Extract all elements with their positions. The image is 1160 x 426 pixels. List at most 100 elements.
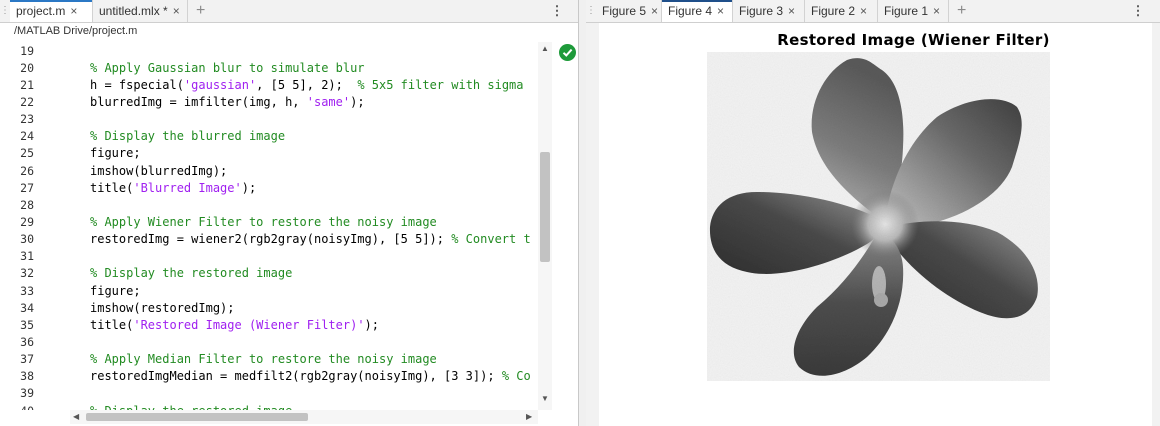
more-options-icon[interactable]: ⋮ (550, 0, 564, 22)
code-line[interactable]: 23 (0, 111, 538, 128)
code-comment: % Co (501, 369, 531, 384)
code-text: % Display the restored image (34, 266, 292, 280)
code-line[interactable]: 26 imshow(blurredImg); (0, 162, 538, 179)
code-token: imshow(blurredImg); (90, 163, 228, 178)
code-text: imshow(restoredImg); (34, 301, 235, 315)
code-line[interactable]: 29 % Apply Wiener Filter to restore the n… (0, 213, 538, 230)
code-comment: % Convert t (451, 232, 531, 247)
line-number: 37 (20, 352, 34, 367)
code-comment: % Apply Median Filter to restore the noi… (90, 352, 437, 367)
figure-title: Restored Image (Wiener Filter) (777, 31, 1050, 49)
code-string: 'Blurred Image' (133, 180, 242, 195)
line-number: 39 (20, 386, 34, 401)
code-line[interactable]: 30 restoredImg = wiener2(rgb2gray(noisyIm… (0, 231, 538, 248)
line-number: 38 (20, 369, 34, 384)
code-line[interactable]: 33 figure; (0, 282, 538, 299)
tab-figure-2[interactable]: Figure 2 × (805, 0, 878, 22)
code-line[interactable]: 38 restoredImgMedian = medfilt2(rgb2gray(… (0, 368, 538, 385)
code-token: ); (350, 94, 365, 109)
code-line[interactable]: 37 % Apply Median Filter to restore the n… (0, 351, 538, 368)
breadcrumb: /MATLAB Drive/project.m (14, 25, 138, 37)
check-circle-icon[interactable] (559, 44, 576, 61)
add-tab-icon[interactable]: + (949, 0, 974, 22)
code-line[interactable]: 35 title('Restored Image (Wiener Filter)'… (0, 316, 538, 333)
close-icon[interactable]: × (933, 4, 940, 18)
code-token: ); (364, 317, 379, 332)
scroll-up-icon[interactable]: ▲ (541, 44, 549, 53)
tab-project-m[interactable]: project.m × (10, 0, 93, 22)
code-text: title('Blurred Image'); (34, 181, 256, 195)
tab-figure-5[interactable]: Figure 5 × (596, 0, 662, 22)
restored-image (707, 52, 1050, 381)
line-number: 22 (20, 94, 34, 109)
code-line[interactable]: 27 title('Blurred Image'); (0, 179, 538, 196)
line-number: 31 (20, 249, 34, 264)
tab-label: project.m (16, 4, 66, 18)
code-text: restoredImgMedian = medfilt2(rgb2gray(no… (34, 369, 531, 383)
close-icon[interactable]: × (70, 4, 77, 18)
line-number: 23 (20, 112, 34, 127)
code-line[interactable]: 34 imshow(restoredImg); (0, 299, 538, 316)
tab-untitled-mlx[interactable]: untitled.mlx * × (93, 0, 188, 22)
code-text: figure; (34, 284, 141, 298)
close-icon[interactable]: × (860, 4, 867, 18)
close-icon[interactable]: × (173, 4, 180, 18)
code-line[interactable]: 22 blurredImg = imfilter(img, h, 'same'); (0, 93, 538, 110)
tab-figure-1[interactable]: Figure 1 × (878, 0, 949, 22)
tab-figure-4[interactable]: Figure 4 × (662, 0, 733, 22)
code-token: blurredImg = imfilter(img, h, (90, 94, 307, 109)
code-line[interactable]: 28 (0, 196, 538, 213)
code-text: figure; (34, 146, 141, 160)
tab-label: Figure 2 (811, 4, 856, 18)
code-line[interactable]: 36 (0, 333, 538, 350)
code-line[interactable]: 24 % Display the blurred image (0, 128, 538, 145)
code-comment: % Apply Gaussian blur to simulate blur (90, 60, 365, 75)
line-number: 40 (0, 404, 34, 410)
add-tab-icon[interactable]: + (188, 0, 213, 22)
line-number: 27 (20, 180, 34, 195)
tab-label: Figure 1 (884, 4, 929, 18)
code-line[interactable]: 40% Display the restored image (0, 402, 538, 410)
figure-canvas[interactable]: Restored Image (Wiener Filter) (599, 23, 1152, 426)
horizontal-scrollbar[interactable]: ◀ ▶ (70, 410, 538, 424)
code-token: title( (90, 317, 134, 332)
code-line[interactable]: 31 (0, 248, 538, 265)
scroll-left-icon[interactable]: ◀ (73, 412, 79, 421)
close-icon[interactable]: × (788, 4, 795, 18)
tab-figure-3[interactable]: Figure 3 × (733, 0, 805, 22)
drag-grip-icon[interactable]: ⋮ (586, 0, 596, 22)
line-number: 32 (20, 266, 34, 281)
drag-grip-icon[interactable]: ⋮ (0, 0, 10, 22)
figure-pane: ⋮ Figure 5 × Figure 4 × Figure 3 × Figur… (586, 0, 1160, 426)
code-token: figure; (90, 146, 141, 161)
editor-tab-bar: ⋮ project.m × untitled.mlx * × + (0, 0, 578, 23)
vertical-scrollbar[interactable]: ▲ ▼ (538, 42, 552, 410)
code-text: title('Restored Image (Wiener Filter)'); (34, 318, 379, 332)
code-editor[interactable]: 19 20 % Apply Gaussian blur to simulate bl… (0, 42, 538, 410)
code-string: 'same' (306, 94, 351, 109)
close-icon[interactable]: × (717, 4, 724, 18)
code-line[interactable]: 21 h = fspecial('gaussian', [5 5], 2); % … (0, 76, 538, 93)
scrollbar-thumb[interactable] (86, 413, 308, 421)
close-icon[interactable]: × (651, 4, 658, 18)
editor-pane: ⋮ project.m × untitled.mlx * × + ⋮ /MATL… (0, 0, 579, 426)
code-line[interactable]: 25 figure; (0, 145, 538, 162)
more-options-icon[interactable]: ⋮ (1131, 0, 1145, 22)
line-number: 26 (20, 163, 34, 178)
code-text: % Apply Gaussian blur to simulate blur (34, 61, 365, 75)
code-token: restoredImg = wiener2(rgb2gray(noisyImg)… (90, 232, 452, 247)
line-number: 24 (20, 129, 34, 144)
code-line[interactable]: 20 % Apply Gaussian blur to simulate blur (0, 59, 538, 76)
code-text: % Apply Median Filter to restore the noi… (34, 352, 437, 366)
code-line[interactable]: 39 (0, 385, 538, 402)
code-text: restoredImg = wiener2(rgb2gray(noisyImg)… (34, 232, 531, 246)
scroll-down-icon[interactable]: ▼ (541, 394, 549, 403)
code-text: h = fspecial('gaussian', [5 5], 2); % 5x… (34, 78, 524, 92)
code-line[interactable]: 19 (0, 42, 538, 59)
code-token: title( (90, 180, 134, 195)
code-token: h = fspecial( (90, 77, 184, 92)
scrollbar-thumb[interactable] (540, 152, 550, 262)
code-line[interactable]: 32 % Display the restored image (0, 265, 538, 282)
tab-label: Figure 4 (668, 4, 713, 18)
scroll-right-icon[interactable]: ▶ (526, 412, 532, 421)
